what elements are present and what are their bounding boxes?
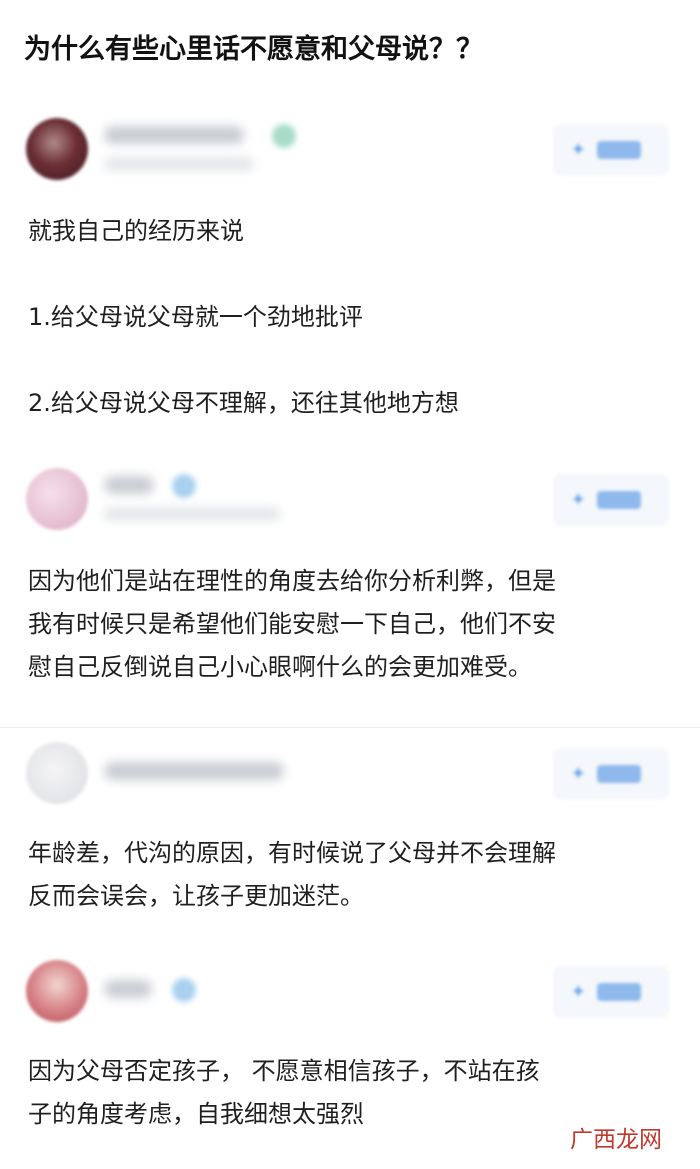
verified-badge-icon bbox=[272, 124, 296, 148]
answer-card: + 因为他们是站在理性的角度去给你分析利弊，但是 我有时候只是希望他们能安慰一下… bbox=[0, 468, 700, 689]
follow-label-blurred bbox=[597, 765, 641, 783]
author-name-blurred[interactable] bbox=[104, 476, 154, 494]
answer-author: + bbox=[0, 742, 700, 822]
author-headline-blurred bbox=[104, 158, 254, 170]
watermark-logo: 广西龙网 bbox=[570, 1127, 662, 1153]
answer-card: + 年龄差，代沟的原因，有时候说了父母并不会理解 反而会误会，让孩子更加迷茫。 bbox=[0, 742, 700, 918]
follow-label-blurred bbox=[597, 491, 641, 509]
author-headline-blurred bbox=[104, 508, 280, 520]
answer-author: + bbox=[0, 468, 700, 548]
follow-button[interactable]: + bbox=[553, 474, 669, 526]
answer-card: + 就我自己的经历来说 1.给父母说父母就一个劲地批评 2.给父母说父母不理解，… bbox=[0, 118, 700, 425]
author-name-blurred[interactable] bbox=[104, 126, 244, 144]
answer-paragraph: 年龄差，代沟的原因，有时候说了父母并不会理解 反而会误会，让孩子更加迷茫。 bbox=[28, 839, 556, 910]
author-name-blurred[interactable] bbox=[104, 980, 152, 998]
question-title: 为什么有些心里话不愿意和父母说？？ bbox=[24, 34, 483, 65]
answer-author: + bbox=[0, 118, 700, 198]
verified-badge-icon bbox=[172, 474, 196, 498]
author-name-blurred[interactable] bbox=[104, 762, 284, 780]
answer-card: + 因为父母否定孩子， 不愿意相信孩子，不站在孩 子的角度考虑，自我细想太强烈 bbox=[0, 960, 700, 1136]
answer-author: + bbox=[0, 960, 700, 1040]
avatar[interactable] bbox=[26, 742, 88, 804]
avatar[interactable] bbox=[26, 118, 88, 180]
follow-button[interactable]: + bbox=[553, 748, 669, 800]
answer-paragraph: 就我自己的经历来说 bbox=[28, 217, 244, 245]
follow-button[interactable]: + bbox=[553, 124, 669, 176]
answer-paragraph: 1.给父母说父母就一个劲地批评 bbox=[28, 303, 363, 331]
plus-icon: + bbox=[573, 139, 584, 159]
answer-paragraph: 2.给父母说父母不理解，还往其他地方想 bbox=[28, 389, 459, 417]
plus-icon: + bbox=[573, 489, 584, 509]
plus-icon: + bbox=[573, 981, 584, 1001]
follow-button[interactable]: + bbox=[553, 966, 669, 1018]
answer-divider bbox=[0, 727, 700, 728]
avatar[interactable] bbox=[26, 960, 88, 1022]
follow-label-blurred bbox=[597, 141, 641, 159]
avatar[interactable] bbox=[26, 468, 88, 530]
answer-paragraph: 因为他们是站在理性的角度去给你分析利弊，但是 我有时候只是希望他们能安慰一下自己… bbox=[28, 567, 556, 681]
plus-icon: + bbox=[573, 763, 584, 783]
follow-label-blurred bbox=[597, 983, 641, 1001]
verified-badge-icon bbox=[172, 978, 196, 1002]
